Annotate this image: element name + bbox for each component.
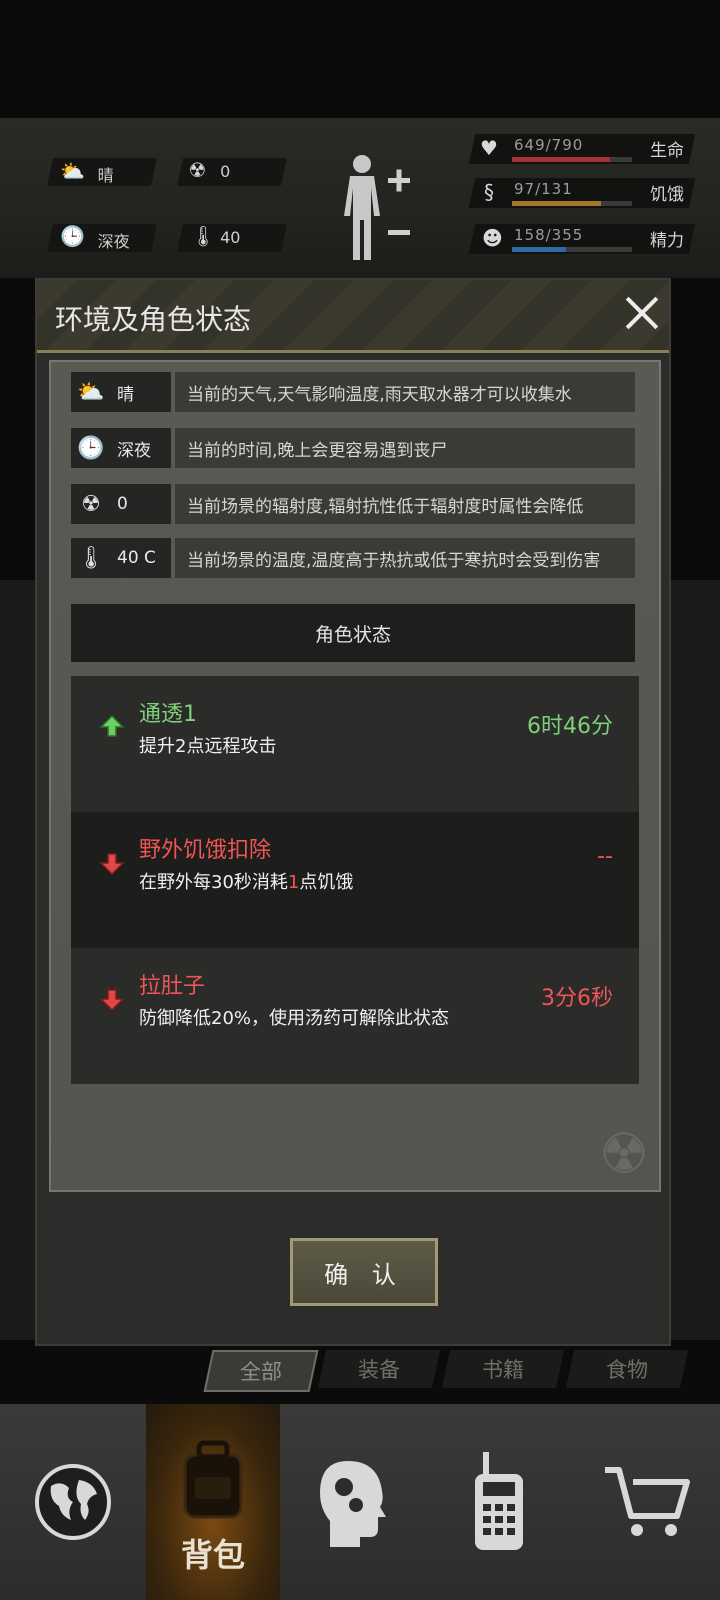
- buff-up-arrow-icon: [99, 714, 125, 737]
- time-cell[interactable]: 🕒 深夜: [47, 224, 157, 252]
- radiation-icon: ☢: [188, 158, 207, 182]
- radiation-cell[interactable]: ☢ 0: [177, 158, 287, 186]
- confirm-button[interactable]: 确 认: [290, 1238, 438, 1306]
- head-gears-icon: [320, 1461, 386, 1547]
- heart-icon: ♥: [480, 136, 498, 160]
- health-value: 649/790: [514, 136, 584, 154]
- weather-cell[interactable]: ⛅ 晴: [47, 158, 157, 186]
- status-list: 通透1 提升2点远程攻击 6时46分 野外饥饿扣除 在野外每30秒消耗1点饥饿 …: [71, 662, 639, 1086]
- env-row-time: 🕒 深夜 当前的时间,晚上会更容易遇到丧尸: [71, 428, 635, 468]
- env-key: 40 C: [117, 548, 156, 568]
- hunger-name: 饥饿: [650, 185, 684, 205]
- globe-icon: [35, 1464, 111, 1540]
- energy-name: 精力: [650, 231, 684, 251]
- debuff-down-arrow-icon: [99, 853, 125, 876]
- radiation-watermark-icon: ☢: [599, 1122, 650, 1187]
- env-key: 0: [117, 494, 128, 514]
- backpack-icon: [183, 1440, 243, 1519]
- weather-icon: ⛅: [60, 159, 86, 183]
- close-icon[interactable]: [623, 294, 661, 332]
- weather-label: 晴: [97, 166, 114, 185]
- env-desc: 当前场景的温度,温度高于热抗或低于寒抗时会受到伤害: [175, 538, 635, 578]
- status-desc: 在野外每30秒消耗1点饥饿: [139, 872, 354, 893]
- top-hud: ⛅ 晴 ☢ 0 🕒 深夜 🌡 40 ♥ § ☻ 649/790 97/131 1…: [0, 118, 720, 278]
- status-desc-highlight: 1: [287, 872, 300, 893]
- nav-skills[interactable]: [280, 1404, 426, 1600]
- status-item[interactable]: 通透1 提升2点远程攻击 6时46分: [71, 676, 639, 812]
- dialog-title: 环境及角色状态: [55, 303, 252, 336]
- thermometer-icon: 🌡: [77, 545, 105, 571]
- thermometer-icon: 🌡: [190, 224, 216, 248]
- env-row-temperature: 🌡 40 C 当前场景的温度,温度高于热抗或低于寒抗时会受到伤害: [71, 538, 635, 578]
- temperature-cell[interactable]: 🌡 40: [177, 224, 287, 252]
- status-dialog: 环境及角色状态 ⛅ 晴 当前的天气,天气影响温度,雨天取水器才可以收集水 🕒 深夜 …: [35, 278, 671, 1346]
- status-time: 3分6秒: [541, 986, 613, 1011]
- radiation-icon: ☢: [81, 491, 101, 517]
- clock-icon: 🕒: [60, 224, 86, 248]
- radiation-value: 0: [220, 162, 231, 181]
- clock-icon: 🕒: [77, 435, 105, 461]
- tab-books[interactable]: 书籍: [441, 1350, 565, 1388]
- status-section-header: 角色状态: [71, 604, 635, 662]
- character-body-icon[interactable]: [340, 152, 420, 262]
- walkie-talkie-icon: [475, 1452, 523, 1550]
- status-name: 通透1: [139, 702, 197, 727]
- status-time: --: [597, 844, 613, 869]
- cart-icon: [605, 1467, 690, 1536]
- status-name: 拉肚子: [139, 974, 206, 999]
- hunger-fill: [512, 201, 601, 206]
- status-item[interactable]: 野外饥饿扣除 在野外每30秒消耗1点饥饿 --: [71, 812, 639, 948]
- env-row-weather: ⛅ 晴 当前的天气,天气影响温度,雨天取水器才可以收集水: [71, 372, 635, 412]
- hunger-value: 97/131: [514, 180, 573, 198]
- weather-icon: ⛅: [77, 379, 105, 405]
- status-time: 6时46分: [527, 714, 613, 739]
- time-label: 深夜: [97, 232, 130, 251]
- tab-all[interactable]: 全部: [203, 1350, 319, 1392]
- status-item[interactable]: 拉肚子 防御降低20%，使用汤药可解除此状态 3分6秒: [71, 948, 639, 1084]
- temperature-value: 40: [220, 228, 241, 247]
- env-key: 深夜: [117, 440, 151, 461]
- env-row-radiation: ☢ 0 当前场景的辐射度,辐射抗性低于辐射度时属性会降低: [71, 484, 635, 524]
- status-desc: 防御降低20%，使用汤药可解除此状态: [139, 1008, 450, 1029]
- status-name: 野外饥饿扣除: [139, 838, 272, 863]
- tab-equipment[interactable]: 装备: [317, 1350, 441, 1388]
- env-desc: 当前的天气,天气影响温度,雨天取水器才可以收集水: [175, 372, 635, 412]
- nav-map[interactable]: [0, 1404, 146, 1600]
- bottom-nav: 背包: [0, 1404, 720, 1600]
- tab-food[interactable]: 食物: [565, 1350, 689, 1388]
- env-desc: 当前的时间,晚上会更容易遇到丧尸: [175, 428, 635, 468]
- nav-shop[interactable]: [572, 1404, 720, 1600]
- nav-backpack[interactable]: 背包: [146, 1404, 280, 1600]
- env-key: 晴: [117, 384, 134, 405]
- nav-backpack-label: 背包: [180, 1536, 245, 1574]
- energy-fill: [512, 247, 566, 252]
- health-fill: [512, 157, 611, 162]
- health-name: 生命: [650, 141, 684, 161]
- nav-radio[interactable]: [426, 1404, 572, 1600]
- env-desc: 当前场景的辐射度,辐射抗性低于辐射度时属性会降低: [175, 484, 635, 524]
- dialog-body: ⛅ 晴 当前的天气,天气影响温度,雨天取水器才可以收集水 🕒 深夜 当前的时间,晚上…: [49, 360, 661, 1192]
- dialog-header: 环境及角色状态: [37, 280, 669, 353]
- status-desc: 提升2点远程攻击: [139, 736, 277, 757]
- debuff-down-arrow-icon: [99, 989, 125, 1012]
- head-icon: ☻: [482, 226, 503, 250]
- energy-value: 158/355: [514, 226, 584, 244]
- stomach-icon: §: [484, 180, 494, 204]
